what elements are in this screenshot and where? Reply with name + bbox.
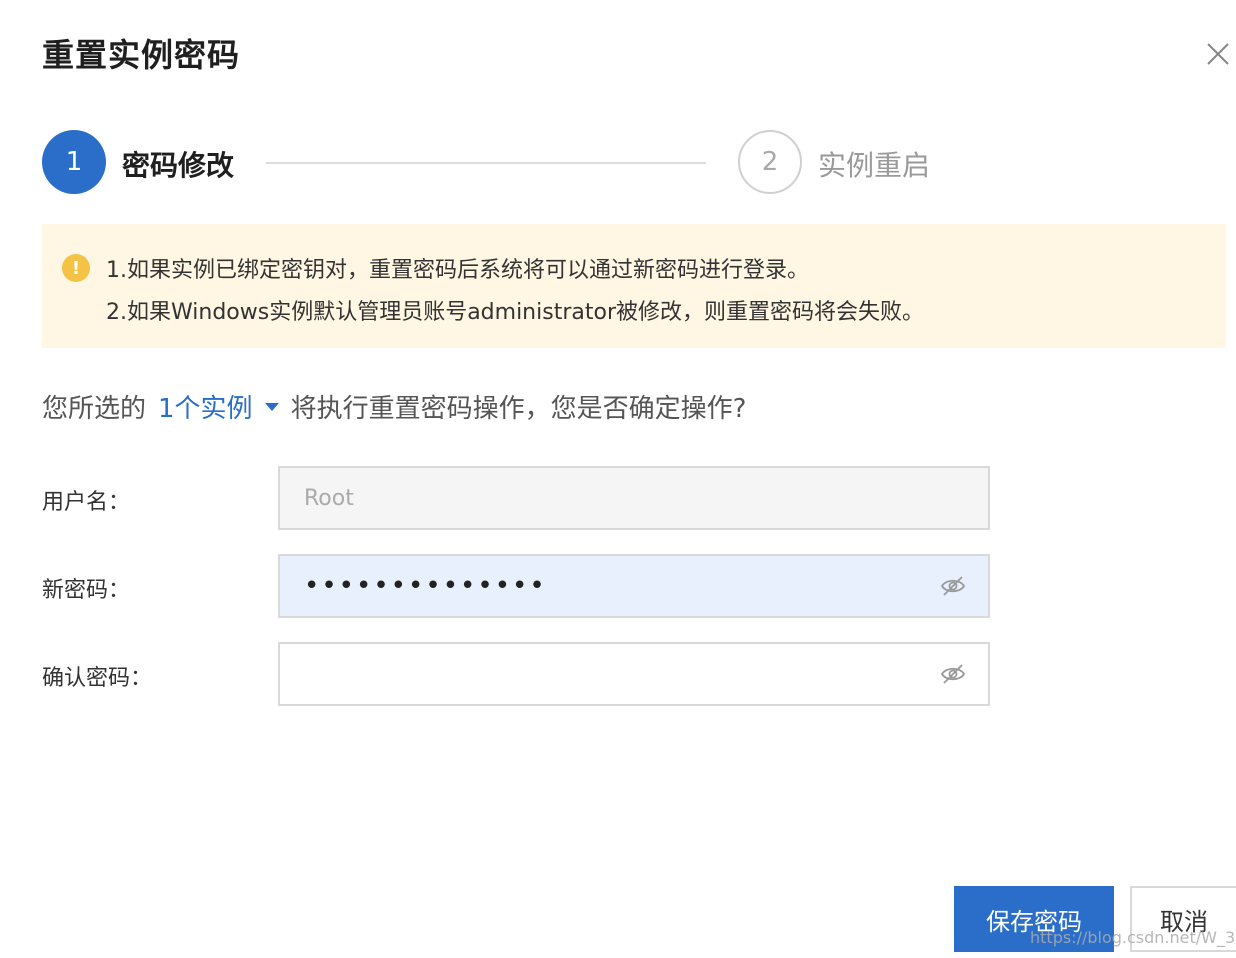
new-password-field[interactable] xyxy=(278,554,990,618)
notice-line-1: 1.如果实例已绑定密钥对，重置密码后系统将可以通过新密码进行登录。 xyxy=(106,258,809,283)
selected-instances-link[interactable]: 1个实例 xyxy=(158,388,253,425)
close-icon[interactable] xyxy=(1204,40,1232,68)
dialog-title: 重置实例密码 xyxy=(42,36,241,74)
new-password-input[interactable] xyxy=(280,556,988,616)
confirm-message: 您所选的 1个实例 将执行重置密码操作，您是否确定操作? xyxy=(42,388,746,425)
confirm-password-field[interactable] xyxy=(278,642,990,706)
confirm-prefix: 您所选的 xyxy=(42,394,147,424)
eye-slash-icon[interactable] xyxy=(940,575,966,597)
confirm-password-input[interactable] xyxy=(280,644,988,704)
notice-line-2: 2.如果Windows实例默认管理员账号administrator被修改，则重置… xyxy=(106,300,924,325)
selected-instances-dropdown[interactable]: 1个实例 xyxy=(158,388,291,425)
notice-banner: ! 1.如果实例已绑定密钥对，重置密码后系统将可以通过新密码进行登录。 2.如果… xyxy=(42,224,1226,348)
confirm-password-label: 确认密码： xyxy=(42,666,153,691)
username-label: 用户名： xyxy=(42,490,131,515)
username-input[interactable] xyxy=(280,468,988,528)
step-1-indicator: 1 xyxy=(42,130,106,194)
exclamation-icon: ! xyxy=(62,254,90,282)
step-1-label: 密码修改 xyxy=(122,149,235,182)
caret-down-icon[interactable] xyxy=(264,402,279,411)
watermark: https://blog.csdn.net/W_317 xyxy=(1030,928,1236,947)
step-2-label: 实例重启 xyxy=(818,149,931,182)
step-2-indicator: 2 xyxy=(738,130,802,194)
username-field[interactable] xyxy=(278,466,990,530)
step-connector xyxy=(266,162,706,164)
eye-slash-icon[interactable] xyxy=(940,663,966,685)
new-password-label: 新密码： xyxy=(42,578,131,603)
confirm-suffix: 将执行重置密码操作，您是否确定操作? xyxy=(290,394,747,424)
